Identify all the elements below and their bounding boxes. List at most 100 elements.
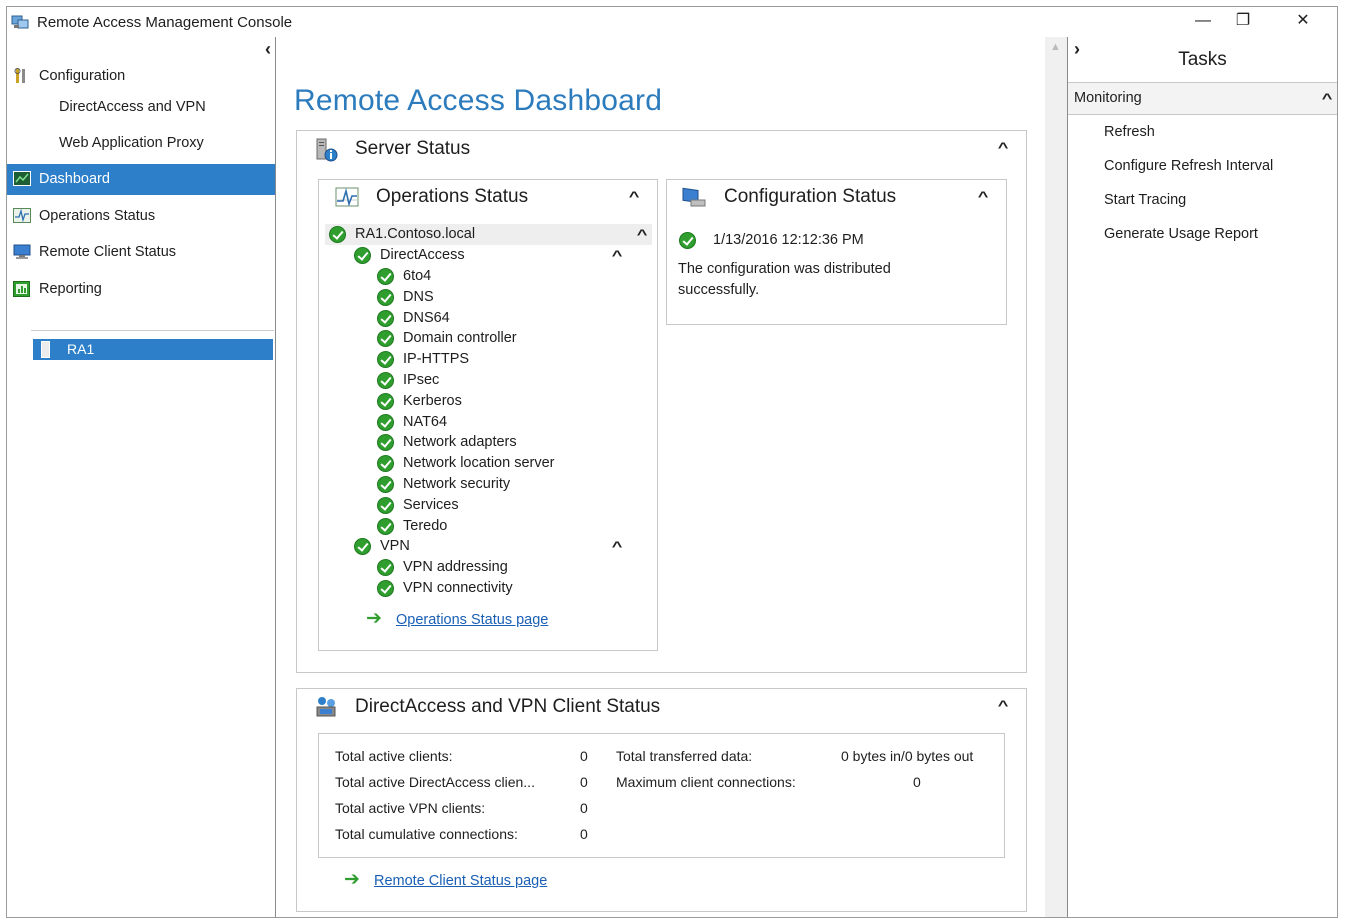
- nav-label: Reporting: [39, 281, 102, 297]
- main-window: Remote Access Management Console — ❐ ✕ ‹…: [6, 6, 1338, 918]
- collapse-monitoring-button[interactable]: ^: [1322, 83, 1333, 114]
- tree-node-label: DNS: [403, 288, 434, 305]
- nav-item-directaccess-vpn[interactable]: DirectAccess and VPN: [7, 92, 275, 122]
- tree-node-label: Network adapters: [403, 434, 517, 451]
- dashboard-content: Remote Access Dashboard Server Status ^ …: [277, 37, 1045, 917]
- dashboard-icon: [13, 171, 31, 186]
- nav-item-reporting[interactable]: Reporting: [7, 274, 275, 304]
- collapse-configuration-button[interactable]: ^: [978, 188, 989, 204]
- configuration-status-title: Configuration Status: [724, 186, 897, 207]
- nav-item-dashboard[interactable]: Dashboard: [7, 164, 275, 195]
- success-check-icon: [377, 288, 394, 306]
- monitoring-label: Monitoring: [1074, 90, 1142, 106]
- configuration-message: The configuration was distributed succes…: [678, 261, 891, 298]
- clients-icon: [314, 695, 340, 719]
- success-check-icon: [679, 232, 696, 249]
- collapse-vpn-button[interactable]: ^: [612, 536, 623, 557]
- success-check-icon: [377, 309, 394, 327]
- server-item-ra1[interactable]: RA1: [33, 339, 273, 360]
- success-check-icon: [377, 351, 394, 369]
- nav-label: Web Application Proxy: [59, 135, 204, 151]
- task-link[interactable]: Generate Usage Report: [1104, 226, 1258, 242]
- nav-label: DirectAccess and VPN: [59, 99, 206, 115]
- client-status-title: DirectAccess and VPN Client Status: [355, 696, 661, 717]
- stat-value: 0: [580, 748, 588, 764]
- success-check-icon: [329, 226, 346, 243]
- stat-value: 0 bytes in/0 bytes out: [841, 748, 974, 764]
- task-link[interactable]: Refresh: [1104, 124, 1155, 140]
- operations-status-title: Operations Status: [376, 186, 529, 207]
- task-link[interactable]: Start Tracing: [1104, 192, 1186, 208]
- nav-item-configuration[interactable]: Configuration: [7, 61, 275, 91]
- minimize-button[interactable]: —: [1183, 7, 1223, 37]
- stat-label: Total cumulative connections:: [335, 826, 518, 842]
- collapse-pane-icon[interactable]: ‹: [265, 39, 271, 60]
- collapse-server-status-button[interactable]: ^: [998, 139, 1009, 155]
- task-link[interactable]: Configure Refresh Interval: [1104, 158, 1273, 174]
- monitoring-section-header[interactable]: Monitoring ^: [1068, 82, 1337, 115]
- nav-divider: [31, 330, 274, 331]
- server-status-panel: Server Status ^ Operations Status ^ RA1.…: [296, 130, 1027, 673]
- tree-node-label: Network location server: [403, 455, 555, 472]
- success-check-icon: [377, 455, 394, 473]
- close-button[interactable]: ✕: [1283, 7, 1323, 37]
- configuration-timestamp: 1/13/2016 12:12:36 PM: [713, 232, 864, 248]
- computer-icon: [681, 186, 707, 208]
- tree-node-label: VPN: [380, 538, 410, 554]
- success-check-icon: [377, 392, 394, 410]
- collapse-client-status-button[interactable]: ^: [998, 697, 1009, 713]
- stat-value: 0: [580, 826, 588, 842]
- tree-node-label: VPN addressing: [403, 559, 508, 575]
- server-status-title: Server Status: [355, 138, 471, 159]
- tasks-pane: › Tasks Monitoring ^ Refresh Configure Re…: [1067, 37, 1337, 917]
- success-check-icon: [354, 538, 371, 555]
- tree-node-label: DNS64: [403, 309, 450, 326]
- success-check-icon: [377, 476, 394, 493]
- tasks-title: Tasks: [1178, 49, 1227, 70]
- scroll-up-icon[interactable]: ▲: [1050, 41, 1061, 53]
- collapse-directaccess-button[interactable]: ^: [612, 245, 623, 266]
- server-icon: [41, 341, 50, 358]
- server-label: RA1: [67, 341, 95, 357]
- title-bar: Remote Access Management Console — ❐ ✕: [7, 7, 1337, 37]
- operations-status-panel: Operations Status ^ RA1.Contoso.local ^ …: [318, 179, 658, 651]
- tree-node-label: RA1.Contoso.local: [355, 226, 476, 242]
- operations-status-icon: [13, 208, 31, 223]
- app-icon: [11, 14, 29, 30]
- success-check-icon: [377, 517, 394, 535]
- tree-node-label: IPsec: [403, 372, 440, 388]
- stat-value: 0: [913, 774, 921, 790]
- collapse-server-node-button[interactable]: ^: [637, 224, 648, 245]
- window-title: Remote Access Management Console: [37, 14, 293, 31]
- stat-value: 0: [580, 774, 588, 790]
- tree-node-label: 6to4: [403, 268, 432, 284]
- vertical-scrollbar[interactable]: ▲: [1045, 37, 1067, 917]
- nav-item-web-application-proxy[interactable]: Web Application Proxy: [7, 128, 275, 158]
- nav-item-operations-status[interactable]: Operations Status: [7, 201, 275, 231]
- remote-client-status-page-link[interactable]: Remote Client Status page: [374, 873, 547, 889]
- restore-button[interactable]: ❐: [1223, 7, 1263, 37]
- nav-label: Operations Status: [39, 208, 156, 224]
- success-check-icon: [377, 559, 394, 576]
- operations-status-page-link[interactable]: Operations Status page: [396, 612, 548, 628]
- stat-value: 0: [580, 800, 588, 816]
- page-title: Remote Access Dashboard: [294, 84, 663, 117]
- green-arrow-icon: ➔: [344, 869, 360, 890]
- tree-node-label: Services: [403, 496, 459, 513]
- nav-label: Remote Client Status: [39, 244, 177, 260]
- success-check-icon: [377, 579, 394, 597]
- client-status-panel: DirectAccess and VPN Client Status ^ Tot…: [296, 688, 1027, 912]
- success-check-icon: [377, 372, 394, 389]
- tree-node-label: IP-HTTPS: [403, 351, 470, 368]
- stat-label: Maximum client connections:: [616, 774, 796, 790]
- nav-label: Configuration: [39, 68, 126, 84]
- tree-node-label: Kerberos: [403, 392, 462, 409]
- collapse-operations-button[interactable]: ^: [629, 188, 640, 204]
- success-check-icon: [377, 413, 394, 431]
- success-check-icon: [377, 330, 394, 348]
- tree-node-label: Domain controller: [403, 330, 517, 347]
- configuration-status-panel: Configuration Status ^ 1/13/2016 12:12:3…: [666, 179, 1007, 325]
- nav-item-remote-client-status[interactable]: Remote Client Status: [7, 237, 275, 267]
- stat-label: Total active clients:: [335, 748, 453, 764]
- client-stats-panel: Total active clients: 0 Total active Direc…: [318, 733, 1005, 858]
